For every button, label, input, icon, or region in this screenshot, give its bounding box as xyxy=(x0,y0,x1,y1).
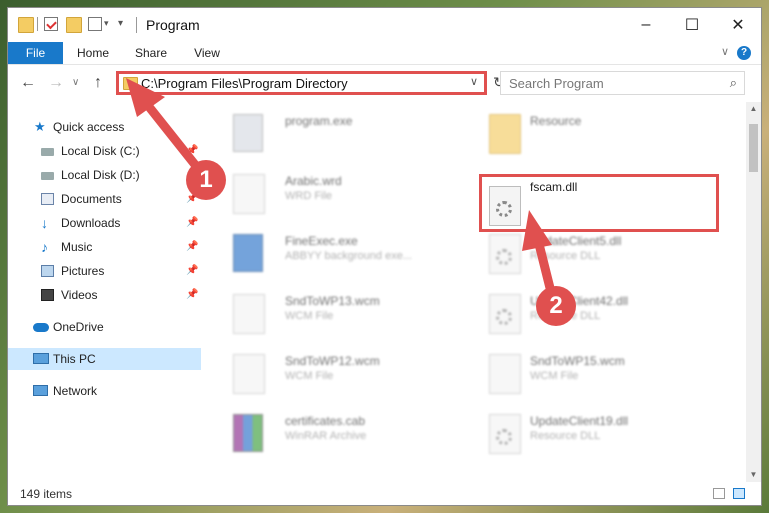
tab-view[interactable]: View xyxy=(182,42,232,64)
explorer-window: ▾ ▾ Program – ☐ ✕ File Home Share View ∨… xyxy=(8,8,761,505)
quick-access-dropdown-icon[interactable]: ▾ xyxy=(118,18,123,29)
scroll-thumb[interactable] xyxy=(749,124,758,172)
expand-ribbon-icon[interactable]: ∨ xyxy=(721,45,729,58)
new-folder-icon[interactable] xyxy=(66,17,82,33)
up-button[interactable]: ↑ xyxy=(94,74,102,92)
dll-file-icon xyxy=(489,294,521,334)
pin-icon: 📌 xyxy=(186,241,199,252)
star-icon: ★ xyxy=(34,119,46,134)
file-item[interactable]: Arabic.wrd WRD File xyxy=(233,168,469,220)
pin-icon: 📌 xyxy=(186,289,199,300)
details-view-icon[interactable] xyxy=(713,488,725,499)
document-file-icon xyxy=(233,294,265,334)
search-input[interactable]: Search Program xyxy=(509,76,604,91)
pin-icon: 📌 xyxy=(186,145,199,156)
drive-icon xyxy=(41,172,54,180)
documents-icon xyxy=(41,193,54,205)
fscam-highlight-box xyxy=(479,174,719,232)
sidebar-item-network[interactable]: Network xyxy=(8,380,201,402)
gear-icon xyxy=(496,249,512,265)
document-file-icon xyxy=(233,174,265,214)
navigation-pane: ★ Quick access Local Disk (C:) 📌 Local D… xyxy=(8,102,201,482)
vertical-scrollbar[interactable]: ▲ ▼ xyxy=(746,102,761,482)
gear-icon xyxy=(496,429,512,445)
file-item[interactable]: FineExec.exe ABBYY background exe... xyxy=(233,228,469,280)
ribbon-tabs: File Home Share View ∨ ? xyxy=(8,42,761,94)
sidebar-item-videos[interactable]: Videos 📌 xyxy=(8,284,201,306)
sidebar-item-downloads[interactable]: ↓ Downloads 📌 xyxy=(8,212,201,234)
large-icons-view-icon[interactable] xyxy=(733,488,745,499)
help-icon[interactable]: ? xyxy=(737,46,751,60)
folder-item[interactable]: Resource xyxy=(489,108,725,160)
folder-icon xyxy=(489,114,521,154)
download-icon: ↓ xyxy=(41,215,48,231)
file-item[interactable]: UpdateClient19.dll Resource DLL xyxy=(489,408,725,460)
dll-file-icon xyxy=(489,414,521,454)
tab-share[interactable]: Share xyxy=(126,42,176,64)
computer-icon xyxy=(33,353,49,364)
file-list: program.exe Arabic.wrd WRD File FineExec… xyxy=(201,102,746,482)
pin-icon: 📌 xyxy=(186,217,199,228)
videos-icon xyxy=(41,289,54,301)
file-item[interactable]: UpdateClient5.dll Resource DLL xyxy=(489,228,725,280)
music-icon: ♪ xyxy=(41,239,48,255)
step-1-badge: 1 xyxy=(186,160,226,200)
file-item[interactable]: certificates.cab WinRAR Archive xyxy=(233,408,469,460)
address-bar[interactable]: C:\Program Files\Program Directory ∨ xyxy=(116,71,487,95)
exe-file-icon xyxy=(233,234,263,272)
file-item[interactable]: SndToWP12.wcm WCM File xyxy=(233,348,469,400)
sidebar-item-quick-access[interactable]: ★ Quick access xyxy=(8,116,201,138)
folder-icon xyxy=(123,77,138,90)
address-path[interactable]: C:\Program Files\Program Directory xyxy=(141,76,348,91)
file-item[interactable]: UpdateClient42.dll Resource DLL xyxy=(489,288,725,340)
step-2-badge: 2 xyxy=(536,286,576,326)
dll-file-icon xyxy=(489,234,521,274)
view-options-icon[interactable] xyxy=(88,17,102,31)
file-item[interactable]: SndToWP15.wcm WCM File xyxy=(489,348,725,400)
title-bar: ▾ ▾ Program – ☐ ✕ xyxy=(8,8,761,42)
maximize-button[interactable]: ☐ xyxy=(669,8,715,42)
address-dropdown-icon[interactable]: ∨ xyxy=(470,75,478,88)
exe-file-icon xyxy=(233,114,263,152)
status-bar: 149 items xyxy=(8,482,761,505)
sidebar-item-onedrive[interactable]: OneDrive xyxy=(8,316,201,338)
drive-icon xyxy=(41,148,54,156)
sidebar-item-pictures[interactable]: Pictures 📌 xyxy=(8,260,201,282)
properties-icon[interactable] xyxy=(44,17,58,31)
window-title: Program xyxy=(146,17,200,33)
scroll-down-icon[interactable]: ▼ xyxy=(746,468,761,482)
customize-quick-access-icon[interactable]: ▾ xyxy=(104,18,109,29)
pictures-icon xyxy=(41,265,54,277)
cloud-icon xyxy=(33,323,49,332)
sidebar-item-music[interactable]: ♪ Music 📌 xyxy=(8,236,201,258)
pin-icon: 📌 xyxy=(186,265,199,276)
close-button[interactable]: ✕ xyxy=(715,8,761,42)
item-count: 149 items xyxy=(20,487,73,501)
sidebar-item-local-disk-c[interactable]: Local Disk (C:) 📌 xyxy=(8,140,201,162)
forward-button[interactable]: → xyxy=(48,74,64,92)
tab-home[interactable]: Home xyxy=(68,42,118,64)
sidebar-item-documents[interactable]: Documents 📌 xyxy=(8,188,201,210)
minimize-button[interactable]: – xyxy=(623,8,669,42)
divider xyxy=(37,17,38,31)
search-box[interactable]: Search Program ⌕ xyxy=(500,71,745,95)
navigation-bar: ← → ∨ ↑ C:\Program Files\Program Directo… xyxy=(8,64,761,103)
divider xyxy=(136,17,137,33)
back-button[interactable]: ← xyxy=(20,74,36,92)
sidebar-item-local-disk-d[interactable]: Local Disk (D:) 📌 xyxy=(8,164,201,186)
document-file-icon xyxy=(489,354,521,394)
file-item[interactable]: SndToWP13.wcm WCM File xyxy=(233,288,469,340)
gear-icon xyxy=(496,309,512,325)
archive-file-icon xyxy=(233,414,263,452)
folder-icon xyxy=(18,17,34,33)
recent-locations-button[interactable]: ∨ xyxy=(72,77,79,88)
file-item[interactable]: program.exe xyxy=(233,108,469,160)
search-icon: ⌕ xyxy=(729,75,737,90)
sidebar-item-this-pc[interactable]: This PC xyxy=(8,348,201,370)
document-file-icon xyxy=(233,354,265,394)
network-icon xyxy=(33,385,48,396)
scroll-up-icon[interactable]: ▲ xyxy=(746,102,761,116)
